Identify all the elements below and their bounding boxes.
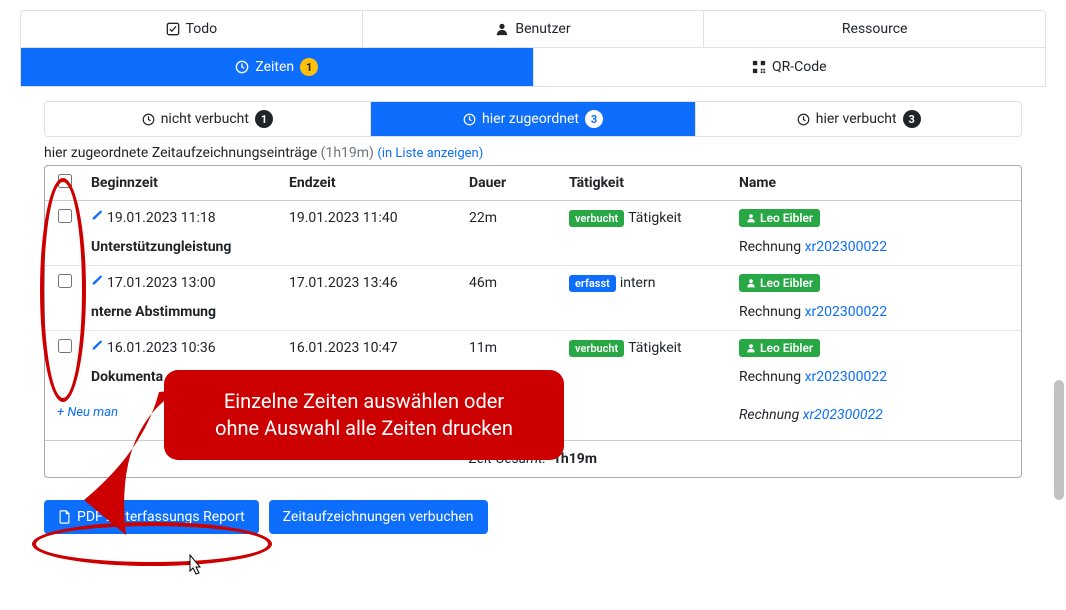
th-name: Name xyxy=(733,166,1021,201)
user-badge[interactable]: Leo Eibler xyxy=(739,339,820,357)
cell-act: intern xyxy=(620,275,656,291)
status-badge: verbucht xyxy=(569,340,624,357)
book-entries-button[interactable]: Zeitaufzeichnungen verbuchen xyxy=(269,500,488,534)
table-sub-row: Dokumenta Rechnung xr202300022 xyxy=(45,365,1021,395)
tab-todo-label: Todo xyxy=(186,21,218,37)
clock-icon xyxy=(463,113,476,126)
tab-todo[interactable]: Todo xyxy=(21,11,363,47)
clock-icon xyxy=(797,113,810,126)
check-square-icon xyxy=(166,22,180,36)
table-sub-row: Unterstützungleistung Rechnung xr20230002… xyxy=(45,235,1021,266)
table-row: 16.01.2023 10:36 16.01.2023 10:4711m verbu… xyxy=(45,331,1021,366)
cell-end: 17.01.2023 13:46 xyxy=(283,266,463,301)
subtab-hier-zugeordnet-label: hier zugeordnet xyxy=(482,111,579,127)
cell-act: Tätigkeit xyxy=(628,210,681,226)
invoice-link[interactable]: xr202300022 xyxy=(805,239,888,255)
qrcode-icon xyxy=(752,60,766,74)
tab-qrcode[interactable]: QR-Code xyxy=(534,48,1046,86)
cell-dur: 46m xyxy=(463,266,563,301)
cell-dur: 22m xyxy=(463,201,563,236)
th-begin: Beginnzeit xyxy=(85,166,283,201)
invoice-ref: Rechnung xr202300022 xyxy=(733,365,1021,395)
status-badge: verbucht xyxy=(569,210,624,227)
cell-begin: 16.01.2023 10:36 xyxy=(107,340,216,356)
cell-dur: 11m xyxy=(463,331,563,366)
edit-icon[interactable] xyxy=(91,340,103,356)
vertical-scrollbar[interactable] xyxy=(1054,380,1064,500)
file-pdf-icon xyxy=(58,510,71,524)
tab-zeiten[interactable]: Zeiten 1 xyxy=(21,48,534,86)
tab-qrcode-label: QR-Code xyxy=(772,59,827,75)
total-row: Zeit Gesamt: 1h19m xyxy=(45,441,1021,477)
select-all-checkbox[interactable] xyxy=(58,174,72,188)
invoice-ref: Rechnung xr202300022 xyxy=(733,395,1021,441)
table-row: 19.01.2023 11:18 19.01.2023 11:4022m verbu… xyxy=(45,201,1021,236)
edit-icon[interactable] xyxy=(91,275,103,291)
user-icon xyxy=(495,22,509,36)
subtab-hier-zugeordnet[interactable]: hier zugeordnet 3 xyxy=(371,102,697,136)
subtab-nicht-verbucht-label: nicht verbucht xyxy=(161,111,249,127)
th-end: Endzeit xyxy=(283,166,463,201)
row-checkbox[interactable] xyxy=(58,209,72,223)
tab-zeiten-label: Zeiten xyxy=(255,59,294,75)
row-checkbox[interactable] xyxy=(58,274,72,288)
row-checkbox[interactable] xyxy=(58,339,72,353)
subtab-hier-verbucht-label: hier verbucht xyxy=(816,111,897,127)
clock-icon xyxy=(142,113,155,126)
invoice-ref: Rechnung xr202300022 xyxy=(733,235,1021,266)
cell-begin: 19.01.2023 11:18 xyxy=(107,210,216,226)
entry-title: Unterstützungleistung xyxy=(91,239,231,255)
tab-ressource-label: Ressource xyxy=(842,21,908,37)
subtab-hier-zugeordnet-badge: 3 xyxy=(585,110,603,128)
user-badge[interactable]: Leo Eibler xyxy=(739,209,820,227)
user-badge[interactable]: Leo Eibler xyxy=(739,274,820,292)
subtab-hier-verbucht[interactable]: hier verbucht 3 xyxy=(696,102,1021,136)
invoice-link[interactable]: xr202300022 xyxy=(805,304,888,320)
tab-benutzer[interactable]: Benutzer xyxy=(363,11,705,47)
table-sub-row: nterne Abstimmung Rechnung xr202300022 xyxy=(45,300,1021,331)
subtab-nicht-verbucht-badge: 1 xyxy=(255,110,273,128)
entry-title: Dokumenta xyxy=(91,369,163,385)
entry-title: nterne Abstimmung xyxy=(91,304,216,320)
show-in-list-link[interactable]: (in Liste anzeigen) xyxy=(377,146,483,161)
cell-end: 16.01.2023 10:47 xyxy=(283,331,463,366)
invoice-link[interactable]: xr202300022 xyxy=(803,407,883,423)
cell-act: Tätigkeit xyxy=(628,340,681,356)
tab-benutzer-label: Benutzer xyxy=(515,21,570,37)
cursor-icon xyxy=(184,554,204,580)
tab-ressource[interactable]: Ressource xyxy=(704,11,1045,47)
status-badge: erfasst xyxy=(569,275,616,292)
list-caption: hier zugeordnete Zeitaufzeichnungseinträ… xyxy=(44,145,1022,161)
th-dur: Dauer xyxy=(463,166,563,201)
tab-zeiten-badge: 1 xyxy=(300,58,318,76)
cell-begin: 17.01.2023 13:00 xyxy=(107,275,216,291)
clock-icon xyxy=(235,60,249,74)
subtab-nicht-verbucht[interactable]: nicht verbucht 1 xyxy=(45,102,371,136)
th-act: Tätigkeit xyxy=(563,166,733,201)
invoice-ref: Rechnung xr202300022 xyxy=(733,300,1021,331)
pdf-report-button[interactable]: PDF Zeiterfassungs Report xyxy=(44,500,259,534)
new-entry-link[interactable]: + Neu man xyxy=(51,399,727,430)
edit-icon[interactable] xyxy=(91,210,103,226)
table-row: 17.01.2023 13:00 17.01.2023 13:4646m erfas… xyxy=(45,266,1021,301)
subtab-hier-verbucht-badge: 3 xyxy=(903,110,921,128)
invoice-link[interactable]: xr202300022 xyxy=(805,369,888,385)
cell-end: 19.01.2023 11:40 xyxy=(283,201,463,236)
